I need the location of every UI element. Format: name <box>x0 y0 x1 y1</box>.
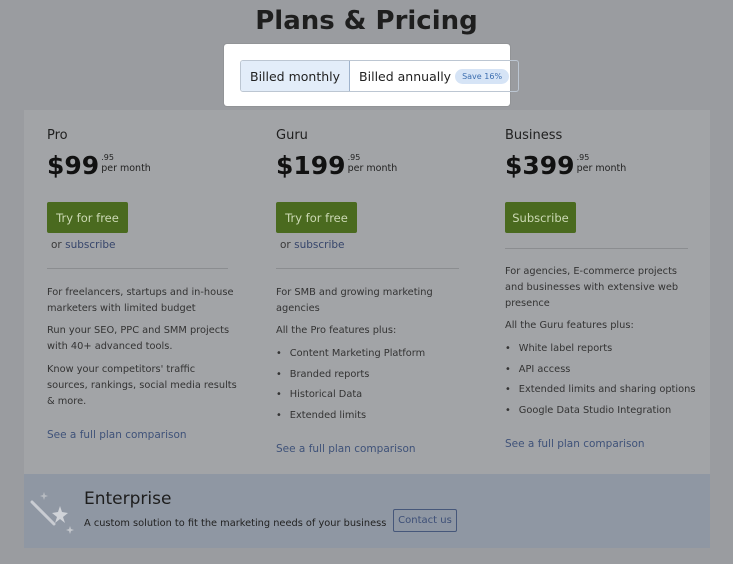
billed-annually-label: Billed annually <box>359 68 452 84</box>
features-intro: All the Guru features plus: <box>505 320 634 331</box>
compare-link[interactable]: See a full plan comparison <box>47 429 187 441</box>
or-subscribe: or subscribe <box>280 239 345 251</box>
feature-item: API access <box>505 362 695 383</box>
feature-item: Historical Data <box>276 387 425 408</box>
plan-price: $99 .95 per month <box>47 151 247 183</box>
plan-price: $199 .95 per month <box>276 151 476 183</box>
plan-divider <box>276 268 459 269</box>
plan-description: For freelancers, startups and in-house m… <box>47 287 234 314</box>
plan-name: Guru <box>276 128 308 143</box>
subscribe-link[interactable]: subscribe <box>294 239 344 251</box>
price-cents: .95 <box>347 153 361 162</box>
plan-description-3: Know your competitors' traffic sources, … <box>47 364 237 407</box>
price-cents: .95 <box>576 153 590 162</box>
price-period: per month <box>101 163 151 174</box>
feature-item: Branded reports <box>276 367 425 388</box>
subscribe-button[interactable]: Subscribe <box>505 202 576 233</box>
price-amount: $99 <box>47 151 100 180</box>
subscribe-link[interactable]: subscribe <box>65 239 115 251</box>
or-subscribe: or subscribe <box>51 239 116 251</box>
plan-divider <box>505 248 688 249</box>
feature-item: Extended limits <box>276 408 425 429</box>
plan-description-2: Run your SEO, PPC and SMM projects with … <box>47 325 230 352</box>
or-text: or <box>51 239 62 251</box>
billing-toggle-spotlight: Billed monthly Billed annually Save 16% <box>224 44 520 106</box>
feature-item: Content Marketing Platform <box>276 346 425 367</box>
billed-annually-option[interactable]: Billed annually Save 16% <box>350 61 518 91</box>
try-for-free-button[interactable]: Try for free <box>47 202 128 233</box>
billed-monthly-label: Billed monthly <box>250 68 341 84</box>
price-amount: $399 <box>505 151 575 180</box>
feature-item: Google Data Studio Integration <box>505 403 695 424</box>
save-badge: Save 16% <box>455 68 510 84</box>
price-period: per month <box>347 163 398 174</box>
feature-item: White label reports <box>505 341 695 362</box>
plan-description: For SMB and growing marketing agencies <box>276 287 433 314</box>
plan-description: For agencies, E-commerce projects and bu… <box>505 266 679 309</box>
enterprise-banner: Enterprise A custom solution to fit the … <box>24 474 710 548</box>
plan-name: Pro <box>47 128 68 143</box>
enterprise-description: A custom solution to fit the marketing n… <box>84 518 387 529</box>
billed-monthly-option[interactable]: Billed monthly <box>241 61 351 91</box>
enterprise-title: Enterprise <box>84 489 172 509</box>
plan-price: $399 .95 per month <box>505 151 705 183</box>
try-for-free-button[interactable]: Try for free <box>276 202 357 233</box>
feature-item: Extended limits and sharing options <box>505 382 696 403</box>
features-intro: All the Pro features plus: <box>276 325 397 336</box>
compare-link[interactable]: See a full plan comparison <box>276 443 416 455</box>
plan-name: Business <box>505 128 563 143</box>
price-period: per month <box>576 163 627 174</box>
plan-business: Business $399 .95 per month Subscribe Fo… <box>505 128 705 450</box>
plan-divider <box>47 268 228 269</box>
contact-us-button[interactable]: Contact us <box>393 509 457 532</box>
magic-wand-icon <box>30 492 74 534</box>
plan-pro: Pro $99 .95 per month Try for free or su… <box>47 128 247 441</box>
or-text: or <box>280 239 291 251</box>
page-title: Plans & Pricing <box>255 6 478 36</box>
feature-list: Content Marketing Platform Branded repor… <box>276 346 425 428</box>
price-amount: $199 <box>276 151 346 180</box>
compare-link[interactable]: See a full plan comparison <box>505 438 645 450</box>
feature-list: White label reports API access Extended … <box>505 341 696 424</box>
billing-toggle: Billed monthly Billed annually Save 16% <box>240 60 520 92</box>
plan-guru: Guru $199 .95 per month Try for free or … <box>276 128 476 455</box>
price-cents: .95 <box>101 153 114 162</box>
